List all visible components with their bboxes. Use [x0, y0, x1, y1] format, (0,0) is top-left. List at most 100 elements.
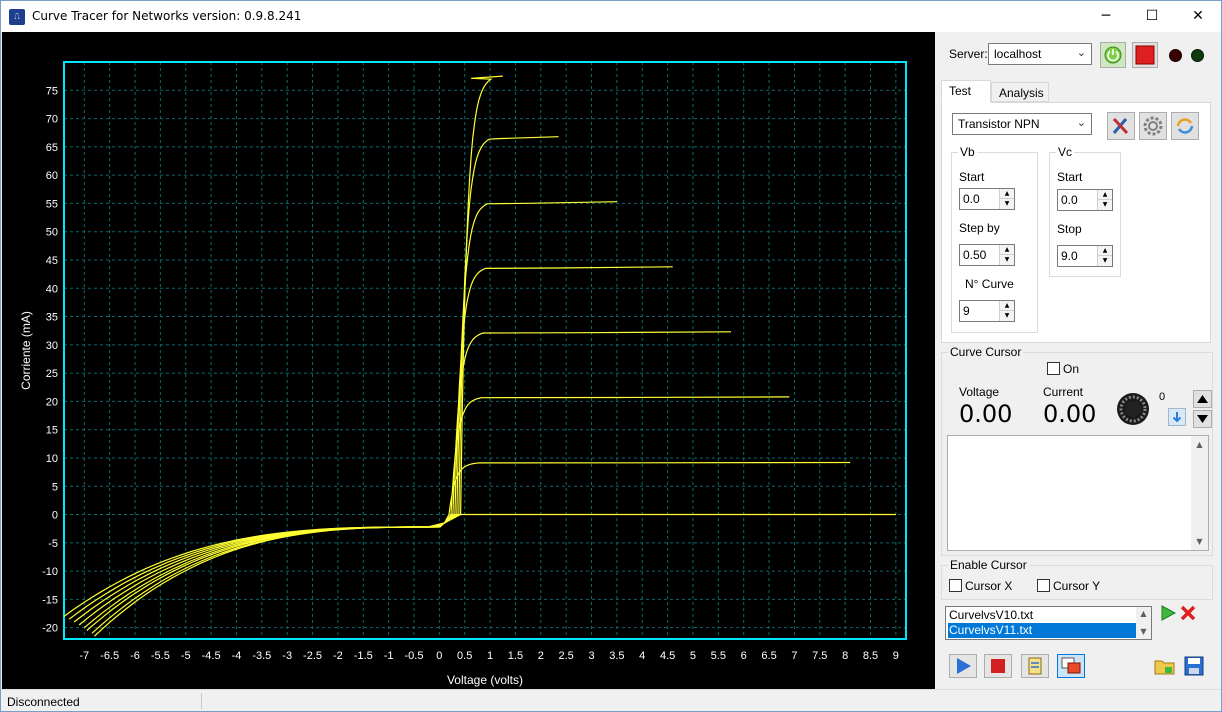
current-readout: 0.00 [1043, 400, 1097, 428]
cursor-y-toggle[interactable]: Cursor Y [1037, 579, 1100, 593]
triangle-up-icon [1197, 395, 1208, 403]
app-window: ⎍ Curve Tracer for Networks version: 0.9… [0, 0, 1222, 712]
vc-stop-value: 9.0 [1061, 249, 1078, 263]
minimize-button[interactable]: ─ [1083, 1, 1129, 32]
x-tick-label: -6.5 [100, 650, 119, 662]
y-tick-label: 30 [46, 340, 58, 352]
vb-ncurve-value: 9 [963, 304, 970, 318]
save-icon [1184, 656, 1204, 676]
spin-down-icon[interactable]: ▼ [1097, 200, 1112, 210]
y-tick-label: -15 [42, 594, 58, 606]
gear-icon [1143, 116, 1163, 136]
connect-button[interactable] [1100, 42, 1126, 68]
vc-group: Vc Start 0.0 ▲ ▼ Stop 9.0 ▲ ▼ [1049, 145, 1121, 277]
spin-up-icon[interactable]: ▲ [999, 301, 1014, 311]
status-led-green [1191, 49, 1204, 62]
tab-test[interactable]: Test [941, 80, 991, 103]
stop-server-button[interactable] [1132, 42, 1158, 68]
cursor-step-button[interactable] [1168, 408, 1186, 426]
list-item[interactable]: CurvelvsV11.txt [948, 623, 1136, 638]
x-tick-label: -1 [384, 650, 394, 662]
delete-file-icon[interactable] [1179, 604, 1197, 622]
spin-down-icon[interactable]: ▼ [999, 311, 1014, 321]
curve-series-4 [83, 331, 732, 629]
x-tick-label: 4 [639, 650, 645, 662]
status-divider [201, 693, 202, 709]
vb-start-value: 0.0 [963, 192, 980, 206]
checkbox-icon[interactable] [949, 579, 962, 592]
folder-icon [1154, 660, 1175, 675]
file-list-scrollbar[interactable]: ▲ ▼ [1136, 607, 1151, 639]
play-file-icon[interactable] [1159, 604, 1177, 622]
tools-button[interactable] [1107, 112, 1135, 140]
checkbox-icon[interactable] [1037, 579, 1050, 592]
settings-button[interactable] [1139, 112, 1167, 140]
y-tick-label: 60 [46, 170, 58, 182]
x-tick-label: 7.5 [812, 650, 827, 662]
x-tick-label: 6 [741, 650, 747, 662]
server-select[interactable]: localhost ⌄ [988, 43, 1092, 65]
vb-start-input[interactable]: 0.0 ▲ ▼ [959, 188, 1015, 210]
maximize-button[interactable]: ☐ [1129, 1, 1175, 32]
x-tick-label: -3.5 [252, 650, 271, 662]
spin-up-icon[interactable]: ▲ [999, 245, 1014, 255]
spin-up-icon[interactable]: ▲ [1097, 246, 1112, 256]
y-tick-label: 10 [46, 453, 58, 465]
spin-down-icon[interactable]: ▼ [999, 199, 1014, 209]
cursor-down-button[interactable] [1193, 410, 1212, 428]
y-tick-label: 55 [46, 198, 58, 210]
x-tick-label: 2.5 [559, 650, 574, 662]
knob-icon[interactable] [1115, 391, 1151, 427]
y-tick-label: 75 [46, 85, 58, 97]
y-tick-label: 70 [46, 114, 58, 126]
device-type-select[interactable]: Transistor NPN ⌄ [952, 113, 1092, 135]
y-tick-label: 45 [46, 255, 58, 267]
vc-start-input[interactable]: 0.0 ▲ ▼ [1057, 189, 1113, 211]
play-icon [957, 658, 971, 674]
vc-stop-input[interactable]: 9.0 ▲ ▼ [1057, 245, 1113, 267]
cursor-on-toggle[interactable]: On [1047, 362, 1079, 376]
spin-down-icon[interactable]: ▼ [1097, 256, 1112, 266]
y-tick-label: 15 [46, 425, 58, 437]
title-bar: ⎍ Curve Tracer for Networks version: 0.9… [1, 1, 1221, 32]
checkbox-icon[interactable] [1047, 362, 1060, 375]
run-button[interactable] [949, 654, 977, 678]
scroll-up-icon[interactable]: ▲ [1191, 436, 1208, 453]
cursor-x-toggle[interactable]: Cursor X [949, 579, 1012, 593]
file-list[interactable]: CurvelvsV10.txt CurvelvsV11.txt ▲ ▼ [945, 606, 1152, 640]
y-tick-label: 0 [52, 510, 58, 522]
x-tick-label: 1.5 [508, 650, 523, 662]
refresh-button[interactable] [1171, 112, 1199, 140]
save-button[interactable] [1181, 654, 1205, 678]
curve-cursor-group: Curve Cursor On Voltage Current 0.00 0.0… [941, 345, 1213, 556]
textarea-scrollbar[interactable]: ▲ ▼ [1191, 436, 1208, 550]
stop-button[interactable] [984, 654, 1012, 678]
scroll-up-icon[interactable]: ▲ [1136, 607, 1151, 621]
close-button[interactable]: ✕ [1175, 1, 1221, 32]
export-button[interactable] [1021, 654, 1049, 678]
scroll-down-icon[interactable]: ▼ [1191, 533, 1208, 550]
curve-series-2 [73, 201, 617, 623]
knob-value: 0 [1159, 391, 1166, 403]
cursor-output-textarea[interactable]: ▲ ▼ [947, 435, 1209, 551]
cursor-up-button[interactable] [1193, 390, 1212, 408]
y-tick-label: -5 [48, 538, 58, 550]
tab-analysis[interactable]: Analysis [991, 82, 1049, 102]
capture-button[interactable] [1057, 654, 1085, 678]
scroll-down-icon[interactable]: ▼ [1136, 625, 1151, 639]
spin-up-icon[interactable]: ▲ [1097, 190, 1112, 200]
x-tick-label: -3 [282, 650, 292, 662]
vc-start-label: Start [1057, 170, 1083, 184]
open-folder-button[interactable] [1152, 654, 1176, 678]
stop-icon [991, 659, 1005, 673]
spin-up-icon[interactable]: ▲ [999, 189, 1014, 199]
vb-step-input[interactable]: 0.50 ▲ ▼ [959, 244, 1015, 266]
curve-plot[interactable]: -7 -6.5 -6 -5.5 -5 -4.5 -4 -3.5 -3 -2.5 -2 -1.5 -1 -0… [2, 32, 935, 689]
x-tick-label: -5.5 [151, 650, 170, 662]
vb-ncurve-input[interactable]: 9 ▲ ▼ [959, 300, 1015, 322]
spin-down-icon[interactable]: ▼ [999, 255, 1014, 265]
list-item[interactable]: CurvelvsV10.txt [948, 608, 1136, 623]
server-value: localhost [994, 47, 1042, 61]
x-tick-label: 3 [588, 650, 594, 662]
document-icon [1028, 657, 1042, 675]
